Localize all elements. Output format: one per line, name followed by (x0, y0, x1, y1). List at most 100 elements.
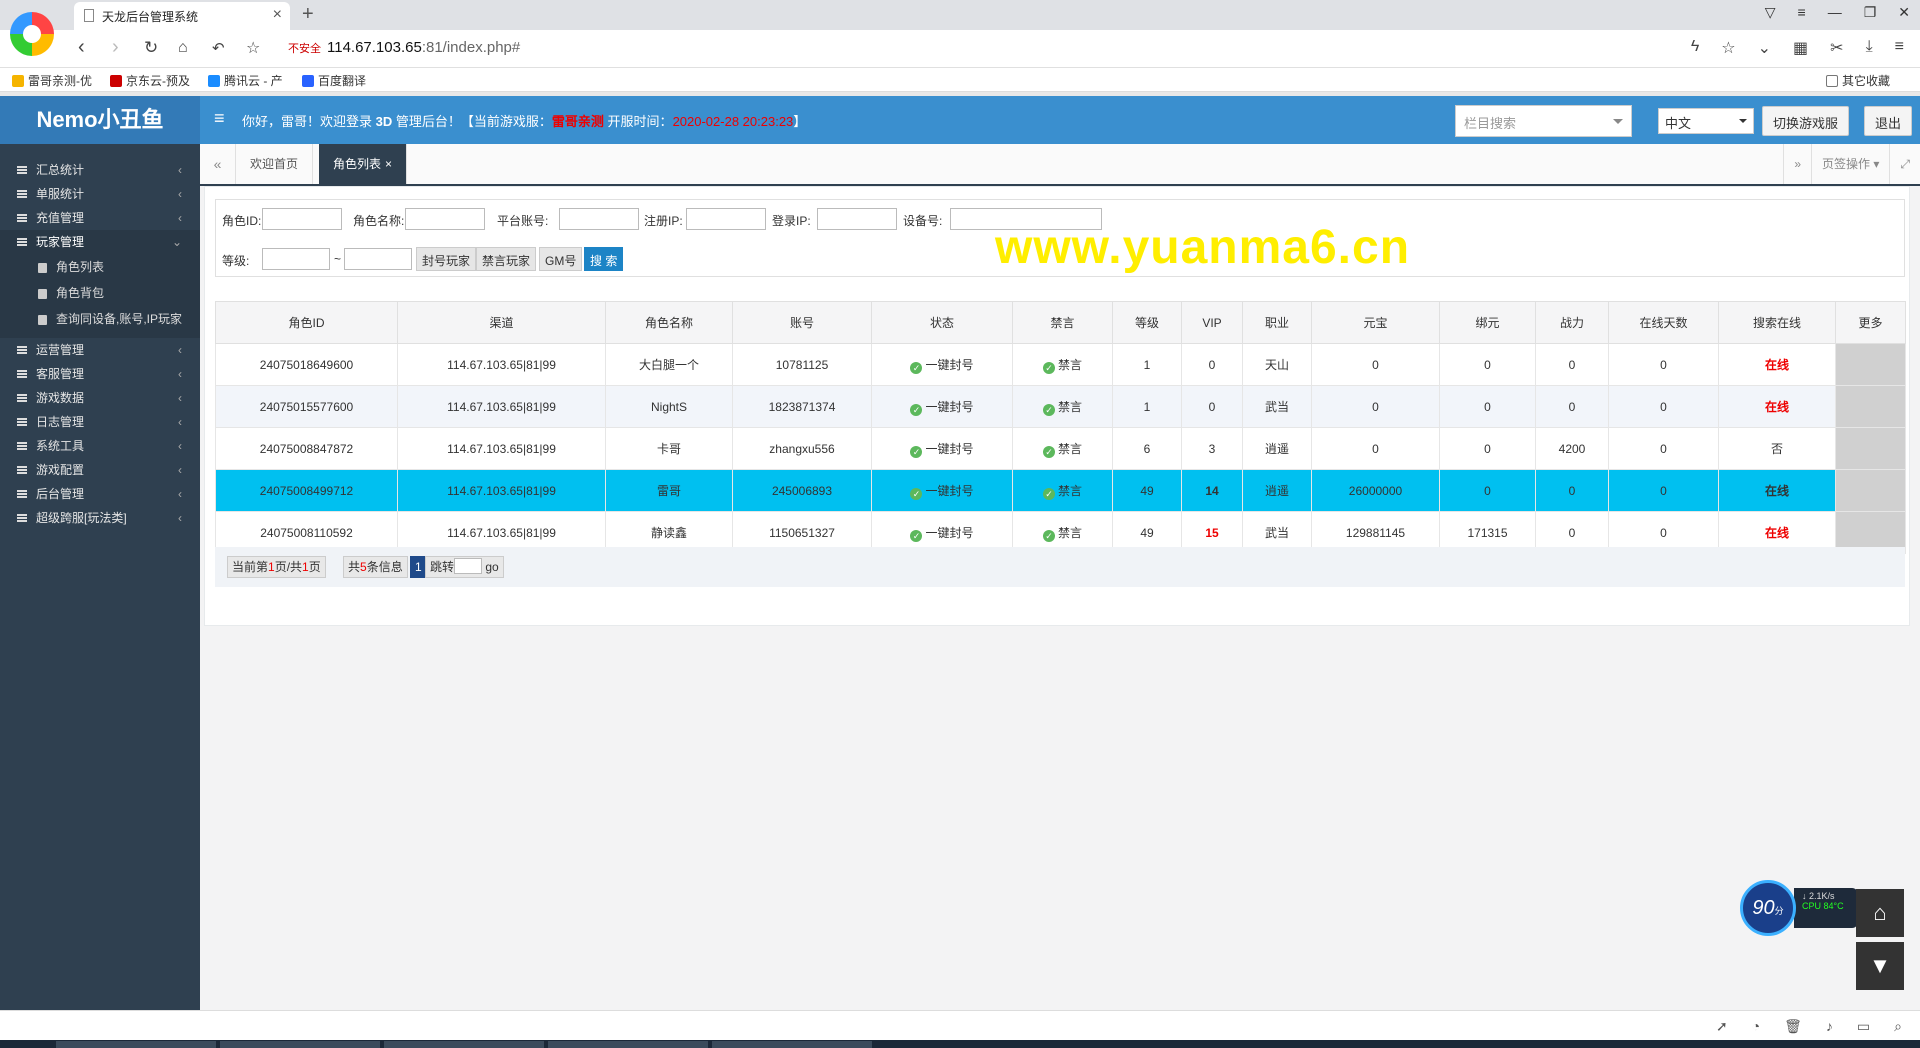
download-icon[interactable]: ⤓ (1866, 38, 1873, 58)
sidebar-item-cross-server[interactable]: 超级跨服[玩法类] ‹ (0, 506, 200, 530)
window-icon[interactable]: ▭ (1857, 1018, 1870, 1035)
mute-player-button[interactable]: 禁言玩家 (476, 247, 537, 271)
sidebar-sub-role-bag[interactable]: 角色背包 (0, 280, 200, 306)
col-role-name[interactable]: 角色名称 (605, 301, 733, 344)
sidebar-item-admin[interactable]: 后台管理 ‹ (0, 482, 200, 506)
taskbar-item[interactable] (220, 1041, 380, 1048)
shirt-icon[interactable]: ▽ (1765, 4, 1776, 21)
forward-icon[interactable]: › (112, 36, 119, 59)
speed-widget[interactable]: ↓ 2.1K/s CPU 84°C 90分 (1740, 880, 1860, 936)
menu-icon[interactable]: ≡ (1895, 38, 1904, 58)
sidebar-item-players[interactable]: 玩家管理 ⌄ (0, 230, 200, 254)
taskbar-item[interactable] (548, 1041, 708, 1048)
col-yuanbao[interactable]: 元宝 (1311, 301, 1440, 344)
col-job[interactable]: 职业 (1242, 301, 1312, 344)
cell-more[interactable] (1835, 427, 1906, 470)
zoom-icon[interactable]: ⌕ (1894, 1018, 1902, 1035)
table-row[interactable]: 24075015577600 114.67.103.65|81|99 Night… (215, 385, 1906, 428)
url-field[interactable]: 不安全 114.67.103.65:81/index.php# (280, 35, 1670, 61)
col-bind-yuan[interactable]: 绑元 (1439, 301, 1536, 344)
ban-link[interactable]: ✓ 一键封号 (871, 427, 1013, 470)
col-channel[interactable]: 渠道 (397, 301, 606, 344)
table-row[interactable]: 24075008847872 114.67.103.65|81|99 卡哥 zh… (215, 427, 1906, 470)
sidebar-item-tools[interactable]: 系统工具 ‹ (0, 434, 200, 458)
bookmark-item[interactable]: 百度翻译 (302, 72, 366, 89)
bookmark-item[interactable]: 京东云-预及 (110, 72, 190, 89)
col-account[interactable]: 账号 (732, 301, 872, 344)
cell-more[interactable] (1835, 385, 1906, 428)
page-ops-dropdown[interactable]: 页签操作 ▾ (1811, 144, 1889, 184)
sidebar-item-logs[interactable]: 日志管理 ‹ (0, 410, 200, 434)
back-icon[interactable]: ‹ (78, 36, 85, 59)
col-power[interactable]: 战力 (1535, 301, 1609, 344)
platform-account-input[interactable] (559, 208, 639, 230)
browser-logo-icon[interactable] (10, 12, 54, 56)
speedometer-icon[interactable]: ◔ (1752, 1018, 1760, 1035)
reload-icon[interactable]: ↻ (144, 38, 158, 58)
menu-toggle-icon[interactable]: ≡ (214, 108, 225, 129)
role-id-input[interactable] (262, 208, 342, 230)
close-icon[interactable]: × (273, 6, 282, 24)
sidebar-item-summary[interactable]: 汇总统计 ‹ (0, 158, 200, 182)
col-online-days[interactable]: 在线天数 (1608, 301, 1719, 344)
sidebar-item-game-config[interactable]: 游戏配置 ‹ (0, 458, 200, 482)
register-ip-input[interactable] (686, 208, 766, 230)
other-bookmarks[interactable]: 其它收藏 (1826, 72, 1890, 89)
restore-icon[interactable]: ❐ (1864, 4, 1877, 21)
close-icon[interactable]: × (385, 157, 392, 171)
sidebar-sub-role-list[interactable]: 角色列表 (0, 254, 200, 280)
ban-link[interactable]: ✓ 一键封号 (871, 385, 1013, 428)
mute-link[interactable]: ✓ 禁言 (1012, 427, 1113, 470)
double-chevron-right-icon[interactable]: » (1783, 144, 1811, 184)
table-row[interactable]: 24075018649600 114.67.103.65|81|99 大白腿一个… (215, 343, 1906, 386)
taskbar-item[interactable] (712, 1041, 872, 1048)
scroll-down-icon[interactable]: ▼ (1856, 942, 1904, 990)
cell-more[interactable] (1835, 343, 1906, 386)
scissors-icon[interactable]: ✂ (1830, 38, 1843, 58)
sidebar-item-support[interactable]: 客服管理 ‹ (0, 362, 200, 386)
login-ip-input[interactable] (817, 208, 897, 230)
tab-role-list[interactable]: 角色列表 × (319, 144, 408, 184)
cell-more[interactable] (1835, 469, 1906, 512)
col-search-online[interactable]: 搜索在线 (1718, 301, 1836, 344)
taskbar-item[interactable] (384, 1041, 544, 1048)
logout-button[interactable]: 退出 (1864, 106, 1913, 136)
rocket-icon[interactable]: ➚ (1716, 1018, 1728, 1035)
minimize-icon[interactable]: — (1828, 4, 1842, 21)
go-button[interactable]: go (485, 560, 498, 574)
tab-welcome[interactable]: 欢迎首页 (236, 144, 314, 184)
star-icon[interactable]: ☆ (246, 38, 260, 58)
apps-icon[interactable]: ▦ (1793, 38, 1808, 58)
col-more[interactable]: 更多 (1835, 301, 1906, 344)
favorite-icon[interactable]: ☆ (1721, 38, 1735, 58)
page-jump-input[interactable] (454, 558, 483, 574)
chevron-down-icon[interactable]: ⌄ (1758, 38, 1771, 58)
role-name-input[interactable] (405, 208, 485, 230)
gm-button[interactable]: GM号 (539, 247, 583, 271)
col-vip[interactable]: VIP (1181, 301, 1243, 344)
home-icon[interactable]: ⌂ (178, 39, 188, 57)
mute-link[interactable]: ✓ 禁言 (1012, 343, 1113, 386)
switch-server-button[interactable]: 切换游戏服 (1762, 106, 1850, 136)
bookmark-item[interactable]: 腾讯云 - 产 (208, 72, 283, 89)
double-chevron-left-icon[interactable]: « (200, 144, 236, 184)
ban-player-button[interactable]: 封号玩家 (416, 247, 477, 271)
col-role-id[interactable]: 角色ID (215, 301, 398, 344)
language-select[interactable]: 中文 (1658, 108, 1754, 134)
lightning-icon[interactable]: ϟ (1691, 38, 1699, 58)
insecure-icon[interactable]: 不安全 (288, 43, 321, 55)
trash-icon[interactable]: 🗑 (1784, 1018, 1802, 1035)
table-row[interactable]: 24075008499712 114.67.103.65|81|99 雷哥 24… (215, 469, 1906, 512)
sidebar-item-server-stats[interactable]: 单服统计 ‹ (0, 182, 200, 206)
search-button[interactable]: 搜 索 (584, 247, 624, 271)
sidebar-sub-same-device[interactable]: 查询同设备,账号,IP玩家 (0, 306, 200, 332)
fullscreen-icon[interactable]: ⤢ (1889, 144, 1920, 184)
browser-tab[interactable]: 天龙后台管理系统 × (74, 2, 290, 30)
sidebar-item-operations[interactable]: 运营管理 ‹ (0, 338, 200, 362)
undo-icon[interactable]: ↶ (212, 39, 225, 57)
taskbar-item[interactable] (56, 1041, 216, 1048)
volume-icon[interactable]: ♪ (1826, 1018, 1833, 1035)
column-search-select[interactable]: 栏目搜索 (1455, 105, 1632, 137)
menu-icon[interactable]: ≡ (1798, 4, 1806, 21)
mute-link[interactable]: ✓ 禁言 (1012, 469, 1113, 512)
